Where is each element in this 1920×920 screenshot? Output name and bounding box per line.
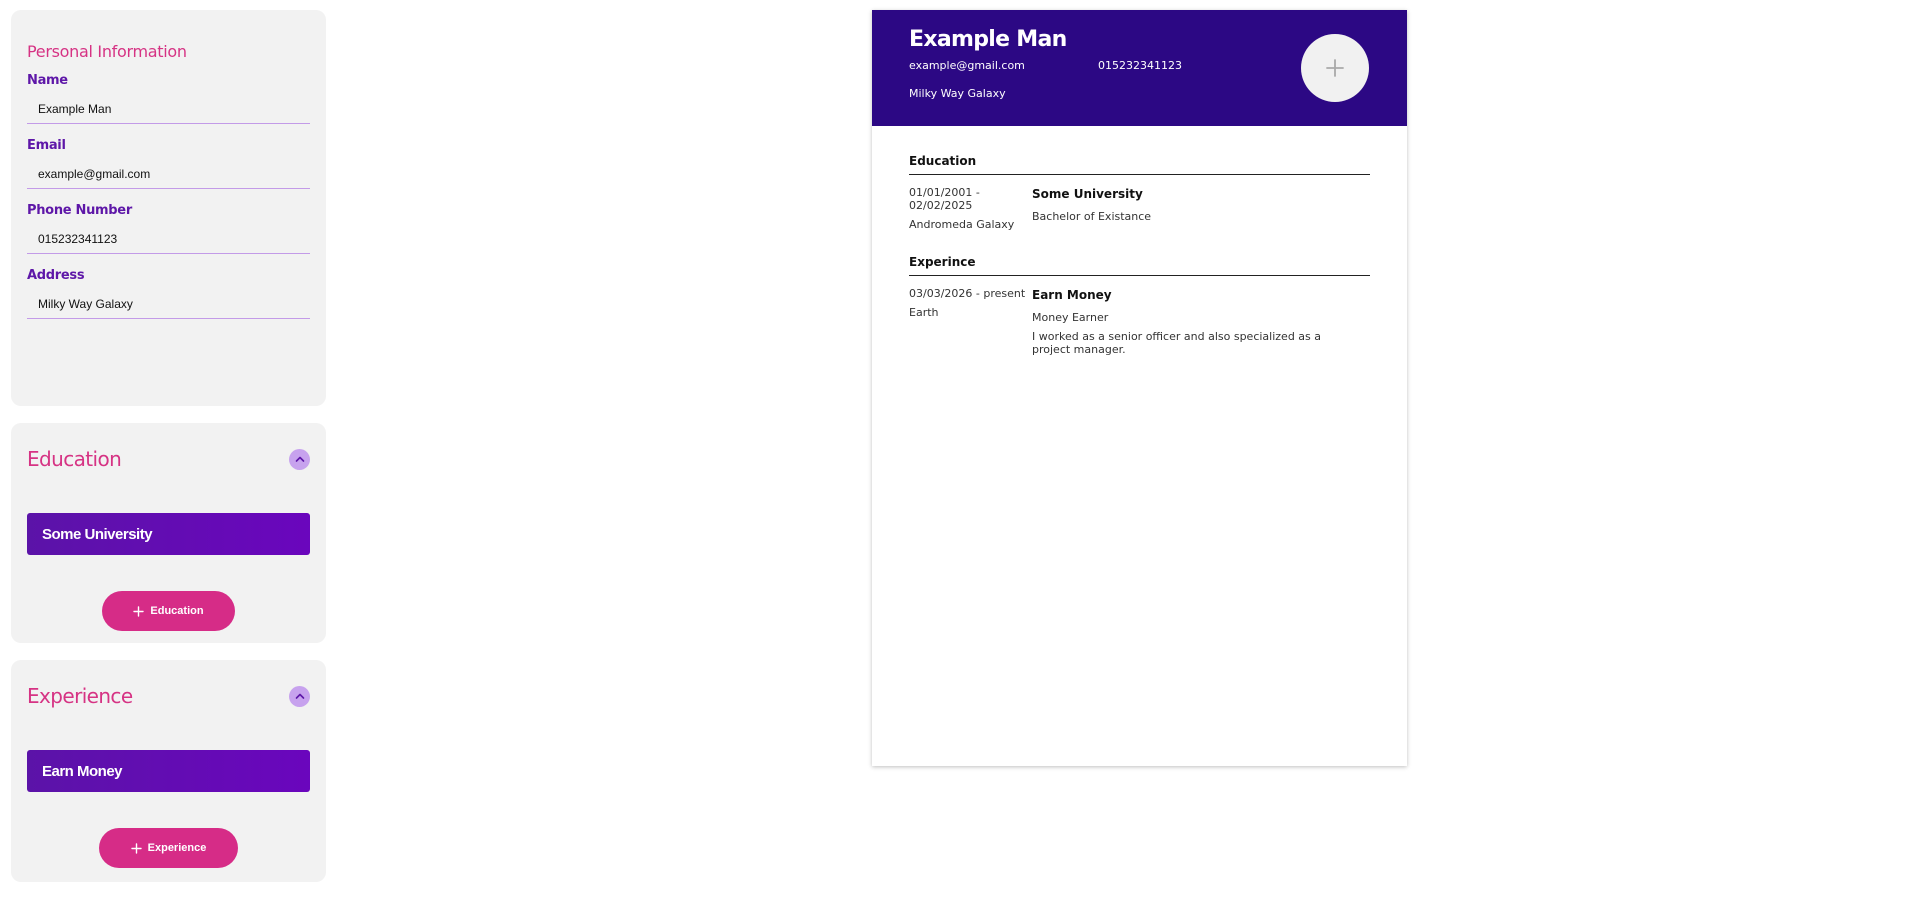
personal-info-heading: Personal Information xyxy=(27,42,187,61)
chevron-up-icon xyxy=(295,456,304,462)
cv-experience-details: Earn Money Money Earner I worked as a se… xyxy=(1032,287,1370,356)
address-input[interactable] xyxy=(27,289,310,319)
cv-experience-company: Earn Money xyxy=(1032,288,1112,302)
email-field-group: Email xyxy=(27,138,310,189)
add-education-button[interactable]: Education xyxy=(102,591,235,631)
phone-label: Phone Number xyxy=(27,203,132,218)
experience-panel: Experience Earn Money Experience xyxy=(11,660,326,882)
name-field-group: Name xyxy=(27,73,310,124)
add-education-label: Education xyxy=(150,605,204,617)
name-input[interactable] xyxy=(27,94,310,124)
email-input[interactable] xyxy=(27,159,310,189)
cv-education-entry: 01/01/2001 - 02/02/2025 Andromeda Galaxy… xyxy=(909,186,1370,231)
phone-input[interactable] xyxy=(27,224,310,254)
plus-icon xyxy=(1326,59,1344,77)
cv-education-section: Education 01/01/2001 - 02/02/2025 Androm… xyxy=(909,154,1370,231)
cv-experience-title: Experince xyxy=(909,255,1370,276)
plus-icon xyxy=(133,605,145,617)
cv-education-degree: Bachelor of Existance xyxy=(1032,210,1152,223)
name-label: Name xyxy=(27,73,68,88)
cv-education-meta: 01/01/2001 - 02/02/2025 Andromeda Galaxy xyxy=(909,186,1032,231)
cv-education-location: Andromeda Galaxy xyxy=(909,218,1015,231)
editor-sidebar: Personal Information Name Email Phone Nu… xyxy=(11,10,326,899)
cv-name: Example Man xyxy=(909,27,1067,52)
education-item-some-university[interactable]: Some University xyxy=(27,513,310,555)
experience-panel-header: Experience xyxy=(27,676,310,716)
personal-info-panel: Personal Information Name Email Phone Nu… xyxy=(11,10,326,406)
cv-education-details: Some University Bachelor of Existance xyxy=(1032,186,1370,231)
add-experience-label: Experience xyxy=(147,842,207,854)
education-panel: Education Some University Education xyxy=(11,423,326,643)
chevron-up-icon xyxy=(295,693,304,699)
cv-experience-entry: 03/03/2026 - present Earth Earn Money Mo… xyxy=(909,287,1370,356)
education-collapse-button[interactable] xyxy=(289,448,310,470)
email-label: Email xyxy=(27,138,66,153)
cv-experience-meta: 03/03/2026 - present Earth xyxy=(909,287,1032,356)
cv-education-dates: 01/01/2001 - 02/02/2025 xyxy=(909,186,980,212)
cv-experience-position: Money Earner xyxy=(1032,311,1109,324)
cv-education-title: Education xyxy=(909,154,1370,175)
address-field-group: Address xyxy=(27,268,310,319)
cv-experience-section: Experince 03/03/2026 - present Earth Ear… xyxy=(909,255,1370,356)
cv-header: Example Man example@gmail.com 0152323411… xyxy=(872,10,1407,126)
phone-field-group: Phone Number xyxy=(27,203,310,254)
cv-experience-description: I worked as a senior officer and also sp… xyxy=(1032,330,1322,356)
address-label: Address xyxy=(27,268,85,283)
cv-experience-location: Earth xyxy=(909,306,939,319)
cv-address: Milky Way Galaxy xyxy=(909,87,1006,100)
education-panel-header: Education xyxy=(27,439,310,479)
avatar-upload-button[interactable] xyxy=(1301,34,1369,102)
cv-experience-dates: 03/03/2026 - present xyxy=(909,287,1026,300)
cv-body: Education 01/01/2001 - 02/02/2025 Androm… xyxy=(872,126,1407,408)
experience-item-earn-money[interactable]: Earn Money xyxy=(27,750,310,792)
cv-email: example@gmail.com xyxy=(909,59,1025,72)
education-panel-title: Education xyxy=(27,447,122,471)
cv-education-school: Some University xyxy=(1032,187,1143,201)
experience-panel-title: Experience xyxy=(27,684,133,708)
cv-preview-sheet: Example Man example@gmail.com 0152323411… xyxy=(872,10,1407,766)
add-experience-button[interactable]: Experience xyxy=(99,828,238,868)
cv-phone: 015232341123 xyxy=(1098,59,1182,72)
experience-collapse-button[interactable] xyxy=(289,685,310,707)
plus-icon xyxy=(130,842,142,854)
